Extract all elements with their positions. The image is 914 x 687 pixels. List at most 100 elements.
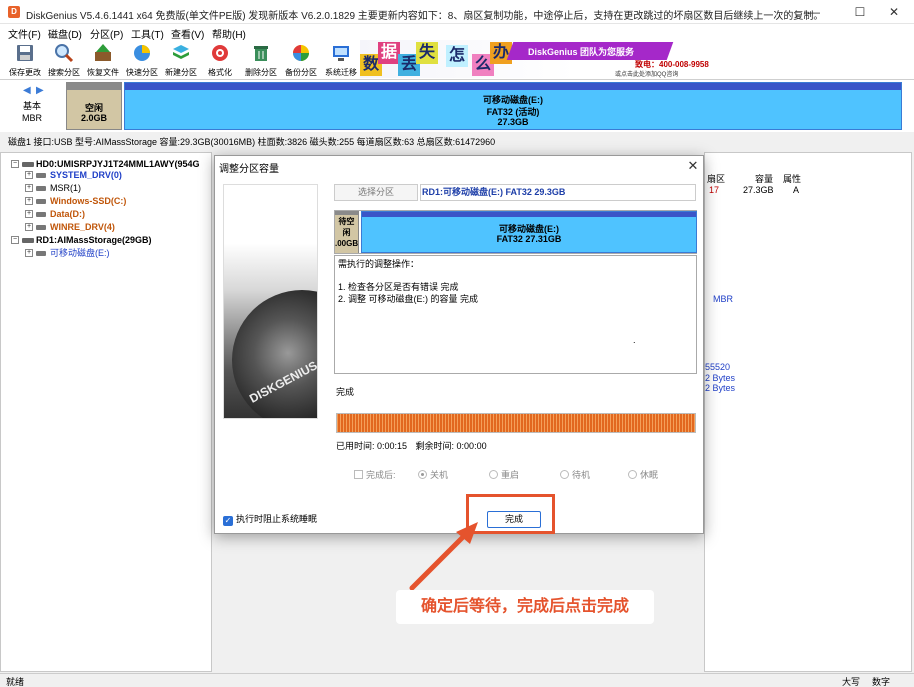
tree-item-label: WINRE_DRV(4) <box>50 222 115 232</box>
resize-partition-dialog: 调整分区容量 ✕ DISKGENIUS 选择分区 RD1:可移动磁盘(E:) F… <box>214 155 704 534</box>
expand-icon[interactable]: + <box>25 171 33 179</box>
partition-type-value: MBR <box>713 294 733 304</box>
tree-item-label: RD1:AIMassStorage(29GB) <box>36 235 152 245</box>
radio-shutdown[interactable]: 关机 <box>418 468 448 481</box>
annotation-arrow-icon <box>409 522 478 591</box>
migrate-icon <box>333 46 349 61</box>
format-icon <box>212 45 228 61</box>
recover-files-button[interactable]: 恢复文件 <box>82 40 124 80</box>
right-arrow-icon[interactable]: ▶ <box>36 85 44 96</box>
remaining-time: 剩余时间: 0:00:00 <box>415 441 487 451</box>
recover-icon <box>95 44 111 61</box>
partition-icon <box>36 212 46 217</box>
search-partition-button[interactable]: 搜索分区 <box>43 40 85 80</box>
partition-details-pane: 扇区 容量 属性 17 27.3GB A MBR 55520 2 Bytes 2… <box>704 152 912 672</box>
disk-info-line: 磁盘1 接口:USB 型号:AIMassStorage 容量:29.3GB(30… <box>0 134 914 150</box>
close-button[interactable]: ✕ <box>874 2 914 22</box>
new-partition-button[interactable]: 新建分区 <box>160 40 202 80</box>
menu-disk[interactable]: 磁盘(D) <box>48 26 82 41</box>
tree-item-label: Data(D:) <box>50 209 85 219</box>
expand-icon[interactable]: + <box>25 197 33 205</box>
menu-tools[interactable]: 工具(T) <box>131 26 164 41</box>
radio-standby[interactable]: 待机 <box>560 468 590 481</box>
app-icon: D <box>8 6 20 18</box>
menu-bar: 文件(F) 磁盘(D) 分区(P) 工具(T) 查看(V) 帮助(H) <box>0 24 914 41</box>
checkmark-icon: ✓ <box>223 516 233 526</box>
left-arrow-icon[interactable]: ◀ <box>23 85 31 96</box>
expand-icon[interactable]: − <box>11 236 19 244</box>
partition-icon <box>36 251 46 256</box>
tree-item-label: Windows-SSD(C:) <box>50 196 127 206</box>
select-partition-button[interactable]: 选择分区 <box>334 184 418 201</box>
column-header-capacity[interactable]: 容量 <box>755 172 773 185</box>
disk-icon <box>22 162 34 167</box>
tree-item-label: MSR(1) <box>50 183 81 193</box>
annotation-label: 确定后等待，完成后点击完成 <box>396 590 654 624</box>
operation-item: 1. 检查各分区是否有错误 完成 <box>338 282 459 292</box>
save-button[interactable]: 保存更改 <box>4 40 46 80</box>
minimize-button[interactable]: — <box>794 2 834 22</box>
menu-partition[interactable]: 分区(P) <box>90 26 123 41</box>
dialog-close-icon[interactable]: ✕ <box>685 158 701 174</box>
quick-partition-button[interactable]: 快速分区 <box>121 40 163 80</box>
title-bar: D DiskGenius V5.4.6.1441 x64 免费版(单文件PE版)… <box>0 0 914 24</box>
menu-help[interactable]: 帮助(H) <box>212 26 246 41</box>
radio-restart[interactable]: 重启 <box>489 468 519 481</box>
expand-icon[interactable]: + <box>25 249 33 257</box>
disk-icon <box>22 238 34 243</box>
menu-view[interactable]: 查看(V) <box>171 26 204 41</box>
save-icon <box>17 45 33 61</box>
operations-dot: . <box>633 335 636 345</box>
detail-value: 2 Bytes <box>705 373 736 383</box>
tree-item-label: SYSTEM_DRV(0) <box>50 170 122 180</box>
disk-tree: − HD0:UMISRPJYJ1T24MML1AWY(954G + SYSTEM_DR… <box>0 152 212 672</box>
time-info: 已用时间: 0:00:15 剩余时间: 0:00:00 <box>336 439 487 452</box>
status-ready: 就绪 <box>6 677 25 687</box>
disk-type-label: 基本 MBR <box>22 101 42 123</box>
dialog-title: 调整分区容量 <box>219 164 279 175</box>
disk-map: ◀ ▶ 基本 MBR 空闲 2.0GB 可移动磁盘(E:) FAT32 (活动)… <box>0 80 914 132</box>
banner-tile: 怎 <box>446 45 468 67</box>
menu-file[interactable]: 文件(F) <box>8 26 41 41</box>
progress-bar <box>336 413 696 433</box>
banner-slogan: DiskGenius 团队为您服务 <box>528 47 635 57</box>
diskgenius-illustration: DISKGENIUS <box>223 184 318 419</box>
column-header-attribute[interactable]: 属性 <box>783 172 801 185</box>
banner-tile: 据 <box>378 42 400 64</box>
partition-icon <box>36 173 46 178</box>
ad-banner[interactable]: 数 据 丢 失 怎 么 办 DiskGenius 团队为您服务 致电：400-0… <box>360 40 720 78</box>
expand-icon[interactable]: + <box>25 223 33 231</box>
free-space-segment[interactable]: 空闲 2.0GB <box>66 82 122 130</box>
cell-capacity: 27.3GB <box>743 185 774 195</box>
radio-hibernate[interactable]: 休眠 <box>628 468 658 481</box>
window-title: DiskGenius V5.4.6.1441 x64 免费版(单文件PE版) 发… <box>26 11 824 22</box>
delete-partition-button[interactable]: 删除分区 <box>240 40 282 80</box>
detail-value: 55520 <box>705 362 731 372</box>
prevent-sleep-checkbox[interactable]: ✓ 执行时阻止系统睡眠 <box>223 512 317 526</box>
system-migrate-button[interactable]: 系统迁移 <box>320 40 362 80</box>
expand-icon[interactable]: − <box>11 160 19 168</box>
target-partition-field: RD1:可移动磁盘(E:) FAT32 29.3GB <box>420 184 696 201</box>
expand-icon[interactable]: + <box>25 210 33 218</box>
dialog-partition-segment: 可移动磁盘(E:) FAT32 27.31GB <box>361 211 697 253</box>
operations-list: 需执行的调整操作： 1. 检查各分区是否有错误 完成 2. 调整 可移动磁盘(E… <box>334 255 697 374</box>
format-button[interactable]: 格式化 <box>199 40 241 80</box>
backup-partition-button[interactable]: 备份分区 <box>280 40 322 80</box>
expand-icon[interactable]: + <box>25 184 33 192</box>
hard-disk-icon <box>232 290 317 418</box>
partition-segment-e[interactable]: 可移动磁盘(E:) FAT32 (活动) 27.3GB <box>124 82 902 130</box>
caps-indicator: 大写 <box>842 677 861 687</box>
partition-icon <box>36 199 46 204</box>
tree-item-label: 可移动磁盘(E:) <box>50 248 110 258</box>
detail-value: 2 Bytes <box>705 383 736 393</box>
backup-icon <box>293 45 309 61</box>
column-header-sector[interactable]: 扇区 <box>707 172 725 185</box>
partition-icon <box>36 186 46 191</box>
partition-icon <box>36 225 46 230</box>
quick-partition-icon <box>134 45 150 61</box>
dialog-free-segment: 待空闲 .00GB <box>335 211 359 253</box>
status-text: 完成 <box>336 387 355 397</box>
after-complete-checkbox[interactable]: 完成后: <box>354 468 396 481</box>
search-icon <box>55 44 74 63</box>
num-indicator: 数字 <box>872 677 891 687</box>
